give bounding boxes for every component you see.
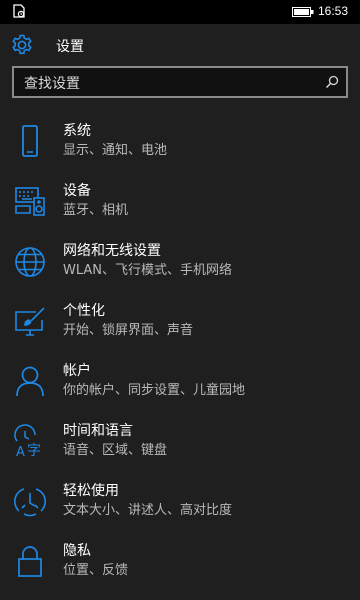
settings-item-ease-of-access[interactable]: 轻松使用 文本大小、讲述人、高对比度 [0,478,360,534]
item-subtitle: WLAN、飞行模式、手机网络 [63,263,233,278]
settings-item-devices[interactable]: 设备 蓝牙、相机 [0,178,360,234]
item-title: 网络和无线设置 [63,243,161,259]
settings-item-privacy[interactable]: 隐私 位置、反馈 [0,538,360,594]
ease-of-access-icon [14,488,46,517]
phone-icon [22,125,38,157]
devices-icon [15,187,45,216]
lock-icon [18,546,42,577]
item-title: 设备 [63,183,91,199]
item-title: 时间和语言 [63,423,133,439]
settings-item-personalization[interactable]: 个性化 开始、锁屏界面、声音 [0,298,360,354]
svg-text:A: A [16,445,25,458]
notification-icon [13,4,25,18]
status-time: 16:53 [317,4,348,18]
person-icon [16,366,44,397]
svg-text:字: 字 [27,443,41,458]
page-title: 设置 [56,39,84,55]
globe-icon [15,247,45,277]
item-title: 系统 [63,123,91,139]
language-icon: A 字 [14,424,41,458]
search-icon[interactable] [324,74,340,90]
search-placeholder: 查找设置 [24,76,80,92]
item-title: 个性化 [63,303,105,319]
item-subtitle: 显示、通知、电池 [63,143,168,158]
settings-item-accounts[interactable]: 帐户 你的帐户、同步设置、儿童园地 [0,358,360,414]
personalization-icon [15,307,45,336]
item-subtitle: 你的帐户、同步设置、儿童园地 [63,383,246,398]
status-bar: 16:53 [0,0,360,24]
item-subtitle: 语音、区域、键盘 [63,443,168,458]
item-title: 隐私 [63,543,91,559]
gear-icon [12,34,32,55]
header: 设置 [0,24,360,66]
item-subtitle: 位置、反馈 [63,563,129,578]
settings-item-time-language[interactable]: A 字 时间和语言 语音、区域、键盘 [0,418,360,474]
settings-item-network[interactable]: 网络和无线设置 WLAN、飞行模式、手机网络 [0,238,360,294]
item-subtitle: 开始、锁屏界面、声音 [63,323,194,338]
battery-icon [292,7,314,17]
item-subtitle: 文本大小、讲述人、高对比度 [63,503,233,518]
search-input[interactable]: 查找设置 [12,66,348,98]
item-subtitle: 蓝牙、相机 [63,203,129,218]
item-title: 帐户 [63,363,91,379]
item-title: 轻松使用 [63,483,119,499]
settings-item-system[interactable]: 系统 显示、通知、电池 [0,118,360,174]
